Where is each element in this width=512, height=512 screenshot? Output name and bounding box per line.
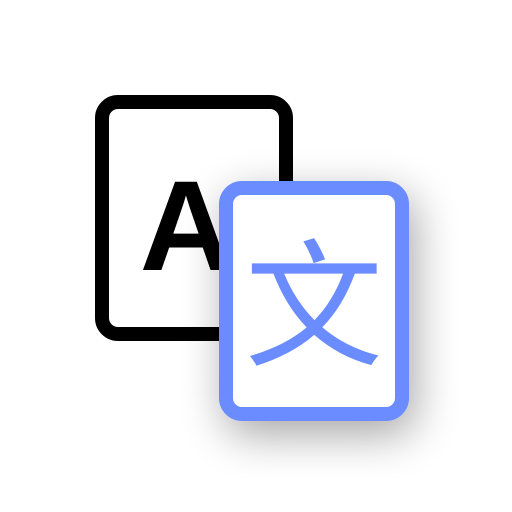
source-glyph: A: [140, 155, 232, 298]
translate-app-icon: A 文: [0, 0, 512, 512]
translate-icon: A 文: [95, 95, 409, 421]
target-glyph: 文: [245, 227, 383, 388]
